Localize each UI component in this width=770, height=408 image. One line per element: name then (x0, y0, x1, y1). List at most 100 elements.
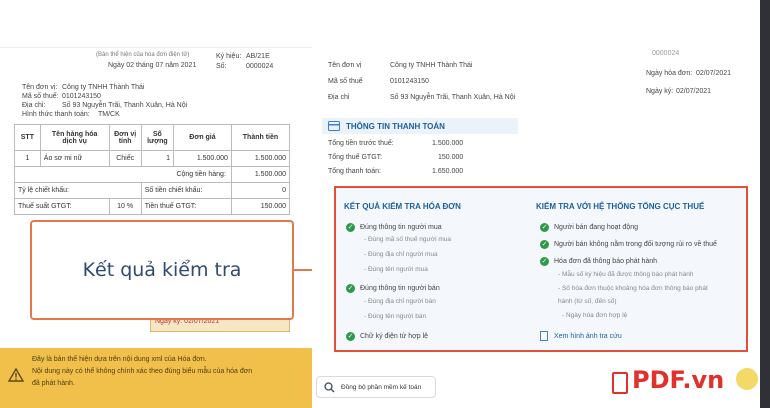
row-item: Áo sơ mi nữ (39, 150, 110, 167)
vat-rate-value: 10 % (108, 198, 142, 215)
payment-label: Hình thức thanh toán: (22, 111, 90, 118)
tax-label: Mã số thuế: (22, 93, 59, 100)
right-edge (760, 0, 770, 408)
check-icon: ✓ (540, 257, 549, 266)
payment-heading: THÔNG TIN THANH TOÁN (346, 122, 445, 131)
table-header-row: STT Tên hàng hóa dịch vụ Đơn vị tính Số … (14, 124, 291, 151)
vat-value: 150.000 (438, 154, 464, 161)
sign-date-value: 02/07/2021 (676, 88, 712, 95)
vat-amount-value: 150.000 (230, 198, 291, 215)
unit-value: Công ty TNHH Thành Thái (62, 84, 145, 91)
unit-value: Công ty TNHH Thành Thái (390, 62, 473, 69)
col-item: Tên hàng hóa dịch vụ (39, 124, 110, 151)
discount-row: Tỷ lệ chiết khấu: Số tiền chiết khấu: 0 (14, 182, 291, 199)
buyer-sub3: - Đúng tên người mua (364, 266, 428, 273)
pre-tax-value: 1.500.000 (432, 140, 464, 147)
row-amount: 1.500.000 (230, 150, 291, 167)
number-label: Số: (216, 63, 227, 70)
check-icon: ✓ (346, 223, 355, 232)
sync-accounting-button[interactable]: Đồng bộ phần mềm kế toán (316, 376, 436, 398)
address-label: Địa chỉ: (22, 102, 46, 109)
unit-label: Tên đơn vị: (22, 84, 58, 91)
check-result-panel: KẾT QUẢ KIỂM TRA HÓA ĐƠN KIỂM TRA VỚI HỆ… (334, 186, 748, 352)
brand-logo: PDF.vn (632, 366, 725, 394)
seller-sub1: - Đúng địa chỉ người bán (364, 298, 436, 305)
announce-sub2b: hành (từ số, đến số) (558, 298, 617, 305)
col-unit: Đơn vị tính (108, 124, 142, 151)
view-image-link[interactable]: Xem hình ảnh tra cứu (554, 333, 622, 340)
invoice-announced: Hóa đơn đã thông báo phát hành (554, 258, 658, 265)
vat-amount-label: Tiền thuế GTGT: (140, 198, 232, 215)
announce-sub1: - Mẫu số ký hiệu đã được thông báo phát … (558, 271, 694, 278)
pdf-logo-icon (612, 372, 628, 394)
signature-ok: Chữ ký điện tử hợp lệ (360, 333, 429, 340)
subtotal-value: 1.500.000 (230, 166, 291, 183)
check-icon: ✓ (540, 223, 549, 232)
invoice-header-note: (Bản thể hiện của hóa đơn điện tử) (96, 52, 190, 58)
subtotal-row: Cộng tiền hàng: 1.500.000 (14, 166, 291, 183)
unit-label: Tên đơn vị (328, 62, 362, 69)
subtotal-label: Cộng tiền hàng: (173, 166, 232, 183)
buyer-sub2: - Đúng địa chỉ người mua (364, 251, 438, 258)
symbol-value: AB/21E (246, 53, 270, 60)
seller-active: Người bán đang hoạt động (554, 224, 639, 231)
address-label: Địa chỉ (328, 94, 350, 101)
card-icon (328, 121, 340, 131)
document-icon (540, 331, 548, 341)
total-label: Tổng thanh toán: (328, 168, 381, 175)
discount-amount-value: 0 (230, 182, 291, 199)
discount-rate-label: Tỷ lệ chiết khấu: (14, 182, 142, 199)
payment-value: TM/CK (98, 111, 120, 118)
announce-sub3: - Ngày hóa đơn hợp lệ (562, 312, 628, 319)
vat-rate-label: Thuế suất GTGT: (14, 198, 110, 215)
col-amount: Thành tiền (230, 124, 291, 151)
callout-text: Kết quả kiểm tra (82, 259, 242, 281)
sync-button-label: Đồng bộ phần mềm kế toán (341, 384, 422, 391)
announce-sub2: - Số hóa đơn thuộc khoảng hóa đơn thông … (558, 285, 708, 292)
discount-amount-label: Số tiền chiết khấu: (140, 182, 232, 199)
vat-row: Thuế suất GTGT: 10 % Tiền thuế GTGT: 150… (14, 198, 291, 215)
row-qty: 1 (140, 150, 174, 167)
warning-line3: đã phát hành. (32, 380, 75, 387)
seller-sub2: - Đúng tên người bán (364, 313, 427, 320)
buyer-sub1: - Đúng mã số thuế người mua (364, 236, 452, 243)
check-icon: ✓ (540, 240, 549, 249)
warning-line2: Nội dung này có thể không chính xác theo… (32, 368, 253, 375)
top-right-number: 0000024 (652, 50, 680, 57)
invoice-date-value: 02/07/2021 (696, 70, 732, 77)
warning-line1: Đây là bản thể hiện dựa trên nội dung xm… (32, 356, 207, 363)
pre-tax-label: Tổng tiền trước thuế: (328, 140, 394, 147)
tax-value: 0101243150 (390, 78, 429, 85)
number-value: 0000024 (246, 63, 274, 70)
tax-label: Mã số thuế (328, 78, 363, 85)
tax-value: 0101243150 (62, 93, 101, 100)
col-stt: STT (14, 124, 41, 151)
left-title: KẾT QUẢ KIỂM TRA HÓA ĐƠN (344, 202, 461, 211)
vat-label: Tổng thuế GTGT: (328, 154, 383, 161)
warning-banner: Đây là bản thể hiện dựa trên nội dung xm… (0, 348, 312, 408)
sign-date-label: Ngày ký: (646, 88, 674, 95)
invoice-date-label: Ngày hóa đơn: (646, 70, 693, 77)
buyer-ok: Đúng thông tin người mua (360, 224, 442, 231)
row-price: 1.500.000 (172, 150, 232, 167)
seller-not-risk: Người bán không nằm trong đối tượng rủi … (554, 241, 717, 248)
warning-icon (8, 368, 24, 382)
seller-ok: Đúng thông tin người bán (360, 285, 440, 292)
result-callout: Kết quả kiểm tra (30, 220, 294, 320)
check-icon: ✓ (346, 284, 355, 293)
symbol-label: Ký hiệu: (216, 53, 242, 60)
address-value: Số 93 Nguyễn Trãi, Thanh Xuân, Hà Nội (62, 102, 188, 109)
invoice-date-line: Ngày 02 tháng 07 năm 2021 (108, 62, 197, 69)
search-icon (324, 382, 335, 393)
address-value: Số 93 Nguyễn Trãi, Thanh Xuân, Hà Nội (390, 94, 516, 101)
cursor-highlight (736, 368, 758, 390)
table-row: 1 Áo sơ mi nữ Chiếc 1 1.500.000 1.500.00… (14, 150, 291, 167)
payment-heading-bar: THÔNG TIN THANH TOÁN (322, 118, 518, 134)
row-unit: Chiếc (108, 150, 142, 167)
invoice-table: STT Tên hàng hóa dịch vụ Đơn vị tính Số … (14, 124, 291, 215)
total-value: 1.650.000 (432, 168, 464, 175)
col-qty: Số lượng (140, 124, 174, 151)
col-price: Đơn giá (172, 124, 232, 151)
right-title: KIỂM TRA VỚI HỆ THỐNG TỔNG CỤC THUẾ (536, 202, 705, 211)
check-icon: ✓ (346, 332, 355, 341)
